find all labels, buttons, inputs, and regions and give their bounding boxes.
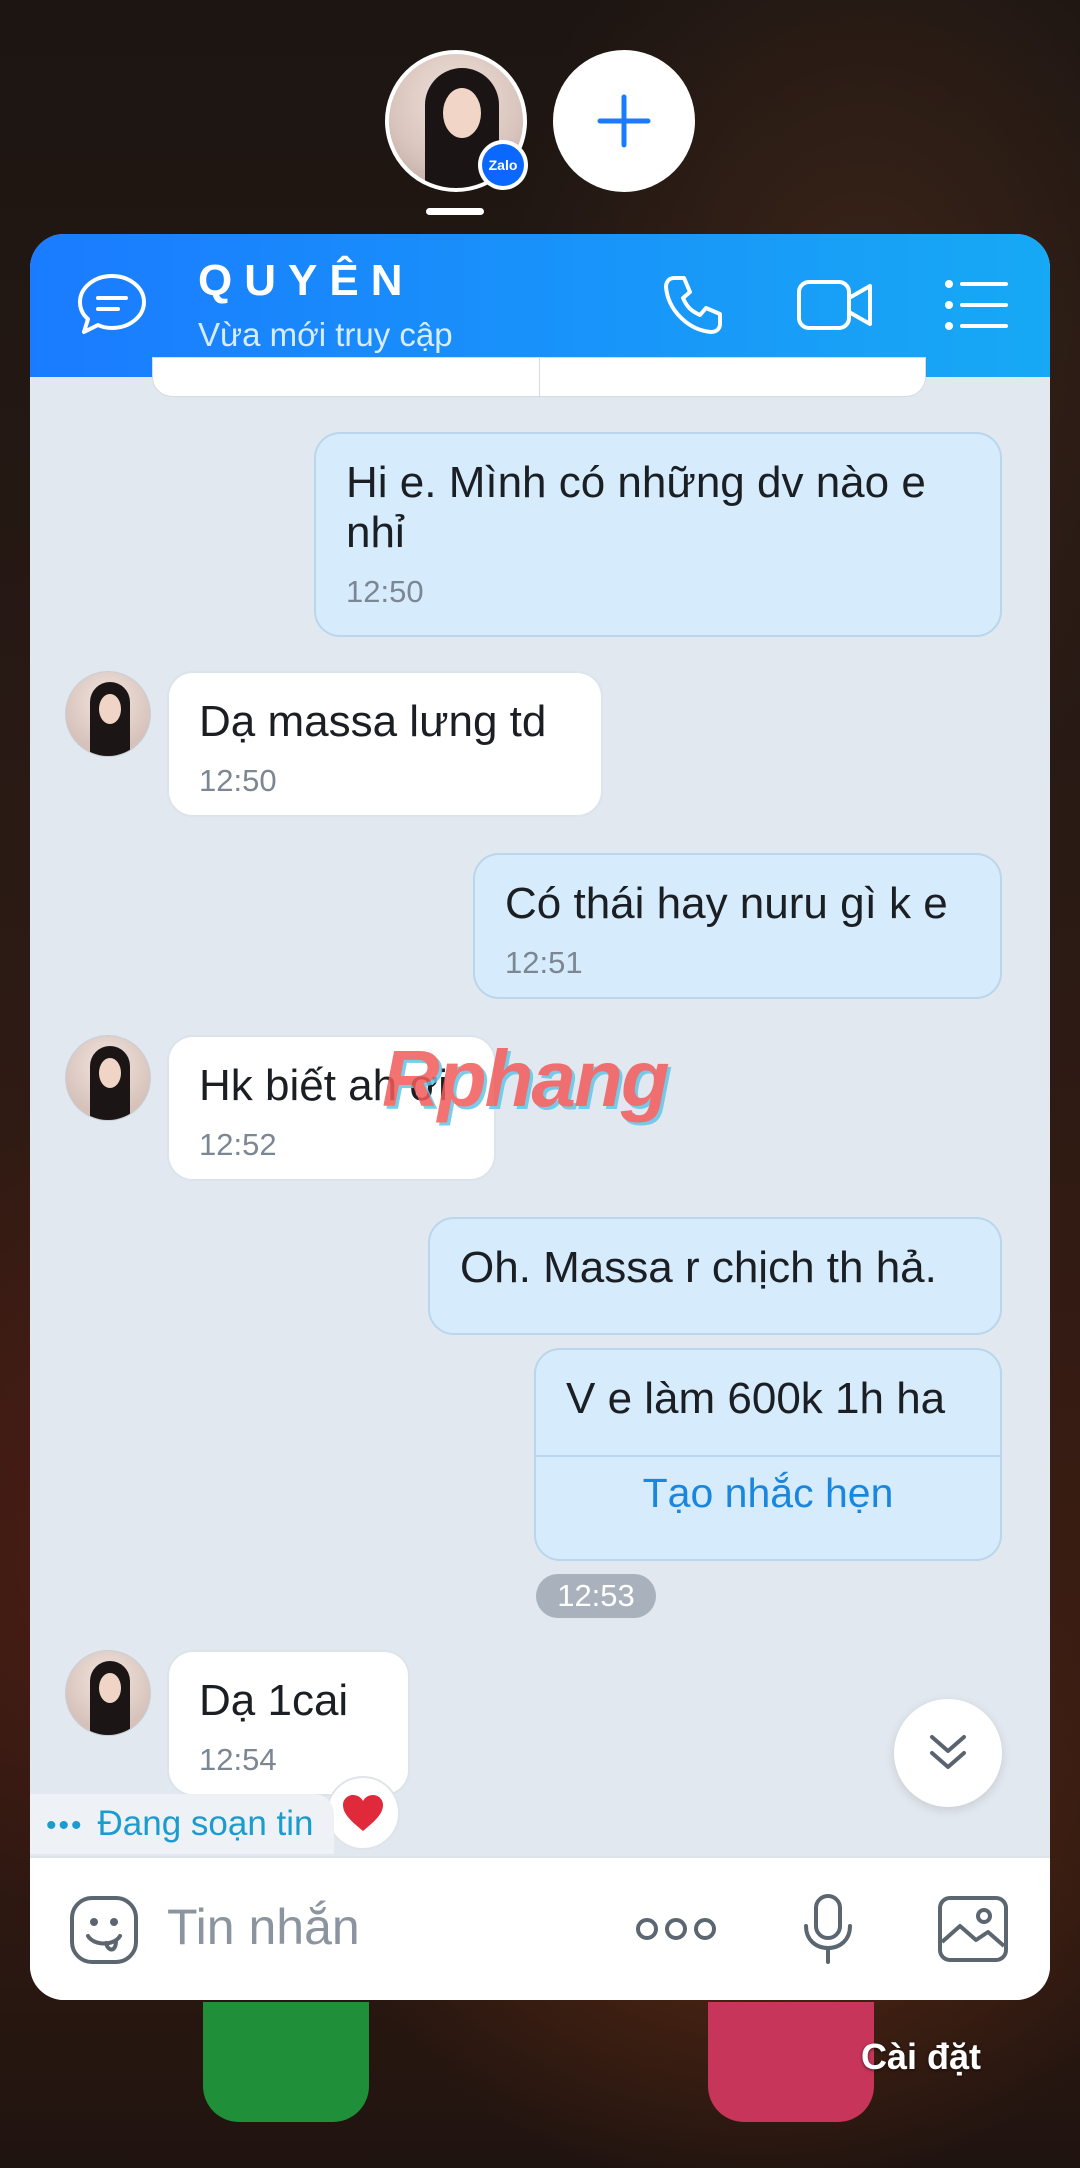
active-bubble-indicator [426, 208, 484, 215]
contact-name[interactable]: QUYÊN [198, 256, 414, 306]
previous-message-card [152, 357, 926, 398]
message-input[interactable]: Tin nhắn [167, 1898, 360, 1956]
reminder-divider [536, 1455, 1000, 1457]
message-text: Hi e. Mình có những dv nào e nhỉ [346, 458, 926, 557]
chat-window: QUYÊN Vừa mới truy cập Hi e. Mình có nhữ… [30, 234, 1050, 2000]
watermark: Rphang [382, 1034, 670, 1123]
avatar-face [99, 1058, 121, 1088]
avatar-face [443, 88, 481, 138]
video-camera-icon[interactable] [796, 274, 874, 336]
incoming-message[interactable]: Dạ 1cai 12:54 [167, 1650, 410, 1796]
create-reminder-button[interactable]: Tạo nhắc hẹn [536, 1470, 1000, 1517]
plus-icon [597, 94, 651, 148]
card-divider [539, 358, 540, 398]
avatar[interactable] [65, 671, 151, 757]
add-bubble-button[interactable] [553, 50, 695, 192]
typing-dots-icon: ••• [46, 1809, 84, 1842]
scroll-to-bottom-button[interactable] [894, 1699, 1002, 1807]
phone-icon[interactable] [660, 272, 726, 338]
double-chevron-down-icon [930, 1735, 966, 1769]
message-list[interactable]: Hi e. Mình có những dv nào e nhỉ 12:50 D… [30, 357, 1050, 1857]
outgoing-message[interactable]: Oh. Massa r chịch th hả. [428, 1217, 1002, 1335]
message-time: 12:54 [199, 1742, 277, 1777]
heart-icon [343, 1795, 383, 1831]
camera-app-icon[interactable] [708, 2002, 874, 2122]
avatar[interactable] [65, 1035, 151, 1121]
avatar-face [99, 1673, 121, 1703]
message-text: Có thái hay nuru gì k e [505, 879, 948, 928]
message-text: Dạ 1cai [199, 1676, 349, 1725]
message-input-bar: Tin nhắn [30, 1856, 1050, 2000]
image-icon[interactable] [936, 1894, 1010, 1964]
typing-text: Đang soạn tin [97, 1804, 314, 1843]
message-text: Oh. Massa r chịch th hả. [460, 1243, 937, 1292]
outgoing-message[interactable]: V e làm 600k 1h ha Tạo nhắc hẹn [534, 1348, 1002, 1561]
message-time: 12:50 [346, 574, 424, 609]
zalo-badge-label: Zalo [482, 144, 524, 186]
settings-app-label[interactable]: Cài đặt [861, 2036, 981, 2078]
phone-app-icon[interactable] [203, 2002, 369, 2122]
avatar-face [99, 694, 121, 724]
heart-reaction-button[interactable] [326, 1776, 400, 1850]
message-time: 12:52 [199, 1127, 277, 1162]
message-time-pill: 12:53 [536, 1574, 656, 1618]
message-text: V e làm 600k 1h ha [566, 1374, 946, 1423]
message-text: Dạ massa lưng td [199, 697, 547, 746]
microphone-icon[interactable] [800, 1892, 856, 1966]
zalo-badge: Zalo [478, 140, 528, 190]
sticker-icon[interactable] [68, 1894, 140, 1966]
typing-indicator: ••• Đang soạn tin [30, 1794, 334, 1854]
contact-status: Vừa mới truy cập [198, 316, 453, 353]
outgoing-message[interactable]: Có thái hay nuru gì k e 12:51 [473, 853, 1002, 999]
chat-header: QUYÊN Vừa mới truy cập [30, 234, 1050, 377]
message-time: 12:50 [199, 763, 277, 798]
list-menu-icon[interactable] [944, 278, 1008, 332]
chat-bubble-icon[interactable] [74, 268, 150, 344]
outgoing-message[interactable]: Hi e. Mình có những dv nào e nhỉ 12:50 [314, 432, 1002, 637]
more-icon[interactable] [634, 1914, 718, 1944]
incoming-message[interactable]: Dạ massa lưng td 12:50 [167, 671, 603, 817]
avatar[interactable] [65, 1650, 151, 1736]
message-time: 12:51 [505, 945, 583, 980]
